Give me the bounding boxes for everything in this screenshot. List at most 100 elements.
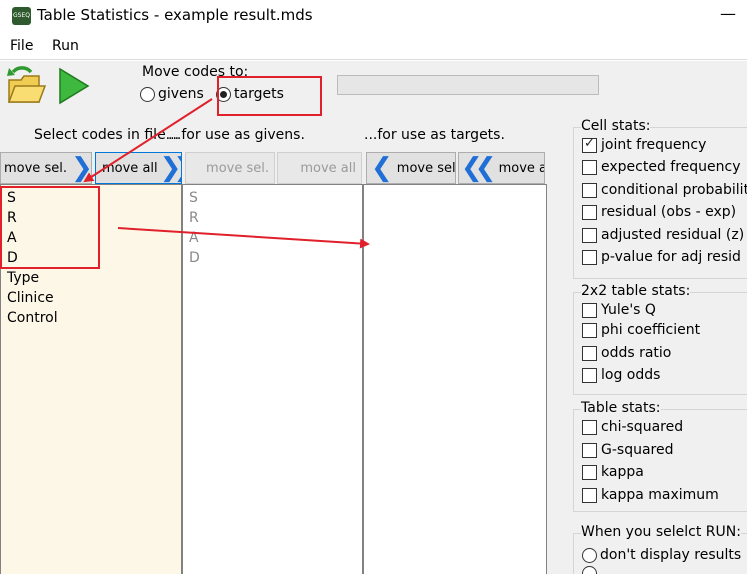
checkbox-kappa[interactable]: kappa xyxy=(582,462,644,482)
checkbox-box[interactable] xyxy=(582,159,597,175)
checkbox-label: chi-squared xyxy=(601,419,684,435)
checkbox-label: kappa maximum xyxy=(601,487,719,503)
list-item[interactable]: A xyxy=(7,230,17,246)
checkbox-label: kappa xyxy=(601,464,644,480)
checkbox-yules-q[interactable]: Yule's Q xyxy=(582,300,656,320)
radio-targets[interactable]: targets xyxy=(216,84,284,104)
list-item[interactable]: R xyxy=(189,210,199,226)
move-codes-group-title: Move codes to: xyxy=(140,64,251,80)
open-file-button[interactable] xyxy=(5,66,47,108)
table2x2-stats-title: 2x2 table stats: xyxy=(581,283,691,299)
cell-stats-title: Cell stats: xyxy=(581,118,651,134)
targets-move-all-button[interactable]: ❮❮ move all xyxy=(458,152,545,184)
file-move-selected-button[interactable]: move sel. ❯ xyxy=(0,152,92,184)
chevron-right-icon: ❯ xyxy=(70,153,92,183)
checkbox-box[interactable] xyxy=(582,227,597,243)
checkbox-p-value[interactable]: p-value for adj resid xyxy=(582,247,741,267)
givens-list[interactable]: S R A D xyxy=(182,184,363,574)
list-item[interactable]: R xyxy=(7,210,17,226)
radio-label: don't display results xyxy=(600,547,742,563)
checkbox-conditional-probability[interactable]: conditional probabilit xyxy=(582,180,747,200)
checkbox-phi-coefficient[interactable]: phi coefficient xyxy=(582,320,700,340)
targets-move-all-label: move all xyxy=(498,160,544,176)
title-bar: GSEQ Table Statistics - example result.m… xyxy=(0,0,747,32)
checkbox-box[interactable] xyxy=(582,249,597,265)
checkbox-label: joint frequency xyxy=(601,137,707,153)
givens-move-all-label: move all xyxy=(300,160,356,176)
app-logo-icon: GSEQ xyxy=(12,7,31,25)
list-item[interactable]: D xyxy=(7,250,18,266)
minimize-button[interactable]: — xyxy=(718,4,738,26)
file-codes-list[interactable]: S R A D Type Clinice Control xyxy=(0,184,182,574)
radio-circle[interactable] xyxy=(582,547,597,563)
checkbox-label: expected frequency xyxy=(601,159,741,175)
menu-bar: File Run xyxy=(0,32,747,60)
givens-move-all-button[interactable]: move all xyxy=(277,152,362,184)
checkbox-box[interactable] xyxy=(582,464,597,480)
file-move-all-label: move all xyxy=(102,160,158,176)
givens-move-selected-label: move sel. xyxy=(206,160,269,176)
checkbox-label: phi coefficient xyxy=(601,322,701,338)
checkbox-box[interactable] xyxy=(582,322,597,338)
checkbox-box[interactable] xyxy=(582,419,597,435)
checkbox-box[interactable] xyxy=(582,302,597,318)
file-codes-header: Select codes in file... xyxy=(34,127,180,143)
targets-move-selected-label: move sel. xyxy=(396,160,456,176)
list-item[interactable]: S xyxy=(189,190,198,206)
file-move-all-button[interactable]: move all ❯❯ xyxy=(95,152,182,184)
list-item[interactable]: Clinice xyxy=(7,290,54,306)
checkbox-label: log odds xyxy=(601,367,661,383)
checkbox-log-odds[interactable]: log odds xyxy=(582,365,660,385)
radio-targets-circle[interactable] xyxy=(216,86,231,102)
targets-move-selected-button[interactable]: ❮ move sel. xyxy=(366,152,456,184)
radio-next-option[interactable] xyxy=(582,566,600,574)
list-item[interactable]: S xyxy=(7,190,16,206)
checkbox-joint-frequency[interactable]: joint frequency xyxy=(582,135,706,155)
double-chevron-right-icon: ❯❯ xyxy=(159,153,181,183)
checkbox-kappa-maximum[interactable]: kappa maximum xyxy=(582,485,719,505)
checkbox-odds-ratio[interactable]: odds ratio xyxy=(582,343,671,363)
checkbox-box[interactable] xyxy=(582,487,597,503)
checkbox-box[interactable] xyxy=(582,367,597,383)
double-chevron-left-icon: ❮❮ xyxy=(461,153,496,183)
list-item[interactable]: A xyxy=(189,230,199,246)
radio-dont-display-results[interactable]: don't display results xyxy=(582,545,741,565)
radio-givens-label: givens xyxy=(158,86,204,102)
list-item[interactable]: Type xyxy=(7,270,39,286)
checkbox-box[interactable] xyxy=(582,345,597,361)
progress-bar xyxy=(337,75,599,95)
radio-circle[interactable] xyxy=(582,566,597,574)
targets-list[interactable] xyxy=(363,184,547,574)
file-move-selected-label: move sel. xyxy=(4,160,67,176)
checkbox-adjusted-residual[interactable]: adjusted residual (z) xyxy=(582,225,744,245)
checkbox-expected-frequency[interactable]: expected frequency xyxy=(582,157,741,177)
menu-run[interactable]: Run xyxy=(52,38,79,54)
checkbox-label: conditional probabilit xyxy=(601,182,747,198)
checkbox-label: odds ratio xyxy=(601,345,672,361)
table-stats-title: Table stats: xyxy=(581,400,661,416)
list-item[interactable]: D xyxy=(189,250,200,266)
radio-givens[interactable]: givens xyxy=(140,84,204,104)
givens-header: ...for use as givens. xyxy=(168,127,305,143)
window-title: Table Statistics - example result.mds xyxy=(37,6,313,24)
checkbox-box[interactable] xyxy=(582,442,597,458)
play-icon xyxy=(59,67,90,105)
open-folder-icon xyxy=(7,66,47,103)
radio-targets-label: targets xyxy=(234,86,284,102)
list-item[interactable]: Control xyxy=(7,310,58,326)
run-button[interactable] xyxy=(57,67,91,105)
checkbox-label: Yule's Q xyxy=(601,302,656,318)
checkbox-box[interactable] xyxy=(582,182,597,198)
checkbox-box[interactable] xyxy=(582,136,597,153)
checkbox-label: residual (obs - exp) xyxy=(601,204,737,220)
checkbox-residual[interactable]: residual (obs - exp) xyxy=(582,202,736,222)
chevron-left-icon: ❮ xyxy=(371,153,393,183)
targets-header: ...for use as targets. xyxy=(364,127,505,143)
givens-move-selected-button[interactable]: move sel. xyxy=(185,152,275,184)
checkbox-box[interactable] xyxy=(582,204,597,220)
radio-givens-circle[interactable] xyxy=(140,86,155,102)
menu-file[interactable]: File xyxy=(10,38,33,54)
checkbox-label: p-value for adj resid xyxy=(601,249,741,265)
checkbox-g-squared[interactable]: G-squared xyxy=(582,440,673,460)
checkbox-chi-squared[interactable]: chi-squared xyxy=(582,417,683,437)
